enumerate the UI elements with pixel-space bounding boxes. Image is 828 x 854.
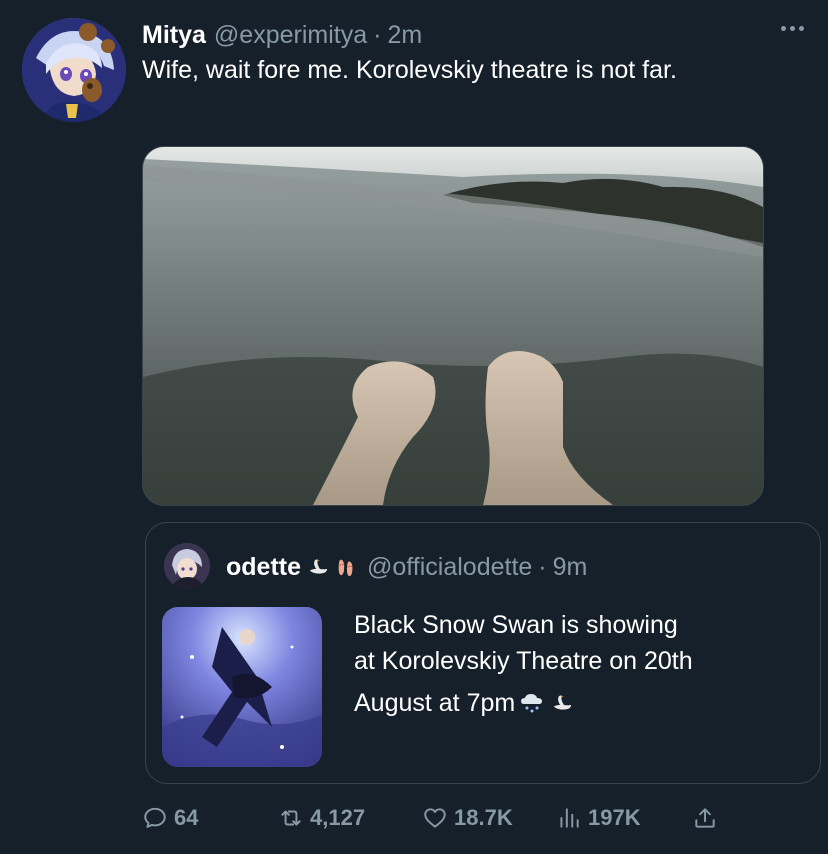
quoted-time[interactable]: 9m [553, 553, 588, 582]
user-avatar-icon[interactable] [22, 18, 126, 122]
quoted-text-line: at Korolevskiy Theatre on 20th [354, 647, 693, 675]
views-chart-icon [560, 808, 579, 828]
quoted-author-handle[interactable]: @officialodette [367, 553, 532, 582]
quoted-text-line: August at 7pm [354, 689, 516, 717]
tweet-actions: 64 4,127 18.7K 197K [142, 800, 742, 836]
quoted-media-image[interactable] [162, 607, 322, 767]
quoted-header: odette @officialodette · 9m [226, 550, 587, 584]
quoted-text-line: Black Snow Swan is showing [354, 611, 678, 639]
views-button[interactable]: 197K [556, 800, 641, 836]
separator-dot: · [373, 20, 382, 49]
retweet-button[interactable]: 4,127 [278, 800, 365, 836]
quoted-avatar-icon[interactable] [164, 543, 210, 589]
share-icon [695, 808, 715, 828]
like-button[interactable]: 18.7K [422, 800, 513, 836]
quoted-text: Black Snow Swan is showing at Korolevski… [354, 607, 804, 721]
reply-icon [144, 807, 166, 828]
author-handle[interactable]: @experimitya [214, 21, 367, 50]
author-name[interactable]: Mitya [142, 21, 206, 50]
tweet-header: Mitya @experimitya · 2m [142, 18, 422, 52]
tweet-text: Wife, wait fore me. Korolevskiy theatre … [142, 56, 677, 84]
reply-count: 64 [174, 805, 199, 830]
quoted-author-name[interactable]: odette [226, 553, 301, 582]
tweet-media-image[interactable] [142, 146, 764, 506]
reply-button[interactable]: 64 [142, 800, 198, 836]
snow-cloud-emoji-icon [519, 688, 545, 713]
tweet[interactable]: Mitya @experimitya · 2m Wife, wait fore … [0, 0, 828, 854]
retweet-count: 4,127 [310, 805, 366, 830]
share-button[interactable] [692, 800, 718, 836]
swan-emoji-icon [307, 556, 329, 578]
heart-icon [424, 808, 446, 828]
ballet-shoes-emoji-icon [335, 556, 357, 578]
tweet-time[interactable]: 2m [387, 21, 422, 50]
retweet-icon [281, 810, 301, 826]
like-count: 18.7K [454, 805, 513, 830]
quoted-tweet[interactable]: odette @officialodette · 9m Black Snow S… [145, 522, 821, 784]
quoted-text-line-last: August at 7pm [354, 685, 804, 721]
separator-dot: · [538, 552, 547, 581]
swan-emoji-icon [549, 688, 575, 710]
more-dots-icon[interactable] [781, 26, 804, 31]
views-count: 197K [588, 805, 641, 830]
